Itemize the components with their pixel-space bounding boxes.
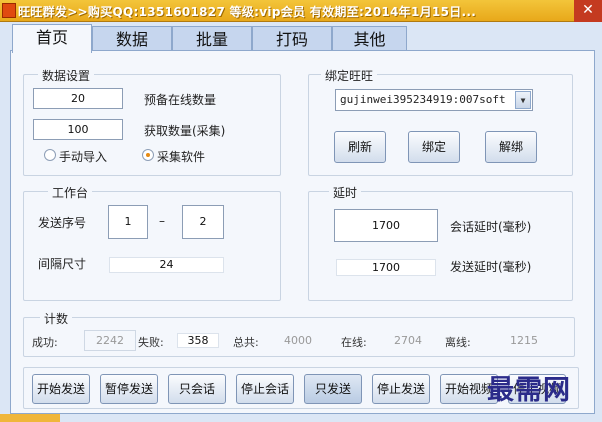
radio-collect-label: 采集软件 (157, 150, 206, 164)
success-value: 2242 (84, 330, 136, 351)
send-delay-input[interactable]: 1700 (336, 259, 436, 276)
close-button[interactable]: ✕ (574, 0, 602, 22)
fetch-count-input[interactable]: 100 (33, 119, 123, 140)
title-bar: 旺旺群发>>购买QQ:1351601827 等级:vip会员 有效期至:2014… (0, 0, 602, 22)
session-only-button[interactable]: 只会话 (168, 374, 226, 404)
fetch-count-label: 获取数量(采集) (144, 124, 226, 138)
session-delay-input[interactable]: 1700 (334, 209, 438, 242)
send-delay-label: 发送延时(毫秒) (450, 260, 532, 274)
unbind-button[interactable]: 解绑 (485, 131, 537, 163)
data-settings-title: 数据设置 (38, 67, 95, 84)
online-count-label: 预备在线数量 (144, 93, 217, 107)
fail-label: 失败: (138, 336, 164, 349)
radio-collect-software[interactable] (142, 149, 154, 161)
interval-input[interactable]: 24 (109, 257, 224, 273)
tab-data[interactable]: 数据 (92, 26, 172, 52)
account-select-value: gujinwei395234919:007soft (340, 93, 506, 106)
delay-group: 延时 1700 会话延时(毫秒) 1700 发送延时(毫秒) (308, 184, 573, 301)
offline-label: 离线: (445, 336, 471, 349)
stop-send-button[interactable]: 停止发送 (372, 374, 430, 404)
seq-label: 发送序号 (38, 216, 87, 230)
bind-group-title: 绑定旺旺 (321, 67, 378, 84)
start-send-button[interactable]: 开始发送 (32, 374, 90, 404)
tab-home[interactable]: 首页 (12, 24, 92, 53)
radio-manual-label: 手动导入 (59, 150, 108, 164)
tab-other[interactable]: 其他 (332, 26, 407, 52)
bind-button[interactable]: 绑定 (408, 131, 460, 163)
send-only-button[interactable]: 只发送 (304, 374, 362, 404)
bind-wangwang-group: 绑定旺旺 gujinwei395234919:007soft ▼ 刷新 绑定 解… (308, 67, 573, 176)
offline-value: 1215 (510, 334, 538, 347)
fail-value: 358 (177, 333, 219, 348)
window-title: 旺旺群发>>购买QQ:1351601827 等级:vip会员 有效期至:2014… (18, 5, 477, 19)
counter-title: 计数 (40, 310, 73, 327)
counter-group: 计数 成功: 2242 失败: 358 总共: 4000 在线: 2704 离线… (23, 310, 575, 357)
taskbar-strip (0, 414, 60, 422)
seq-dash: – (159, 214, 165, 228)
interval-label: 间隔尺寸 (38, 257, 87, 271)
main-window: 首页 数据 批量 打码 其他 数据设置 20 预备在线数量 100 获取数量(采… (0, 22, 602, 422)
radio-manual-import[interactable] (44, 149, 56, 161)
pause-send-button[interactable]: 暂停发送 (100, 374, 158, 404)
seq-to-input[interactable]: 2 (182, 205, 224, 239)
online-label: 在线: (341, 336, 367, 349)
tab-batch[interactable]: 批量 (172, 26, 252, 52)
app-icon (2, 3, 16, 18)
workbench-title: 工作台 (48, 184, 93, 201)
chevron-down-icon[interactable]: ▼ (515, 91, 531, 109)
stop-session-button[interactable]: 停止会话 (236, 374, 294, 404)
tab-captcha[interactable]: 打码 (252, 26, 332, 52)
total-label: 总共: (233, 336, 259, 349)
total-value: 4000 (284, 334, 312, 347)
refresh-button[interactable]: 刷新 (334, 131, 386, 163)
account-select[interactable]: gujinwei395234919:007soft ▼ (335, 89, 533, 111)
session-delay-label: 会话延时(毫秒) (450, 220, 532, 234)
seq-from-input[interactable]: 1 (108, 205, 148, 239)
delay-title: 延时 (329, 184, 362, 201)
online-count-input[interactable]: 20 (33, 88, 123, 109)
watermark: 最需网 (487, 375, 571, 406)
home-panel: 数据设置 20 预备在线数量 100 获取数量(采集) 手动导入 采集软件 绑定… (10, 50, 595, 414)
online-value: 2704 (394, 334, 422, 347)
workbench-group: 工作台 发送序号 1 – 2 间隔尺寸 24 (23, 184, 281, 301)
success-label: 成功: (32, 336, 58, 349)
data-settings-group: 数据设置 20 预备在线数量 100 获取数量(采集) 手动导入 采集软件 (23, 67, 281, 176)
